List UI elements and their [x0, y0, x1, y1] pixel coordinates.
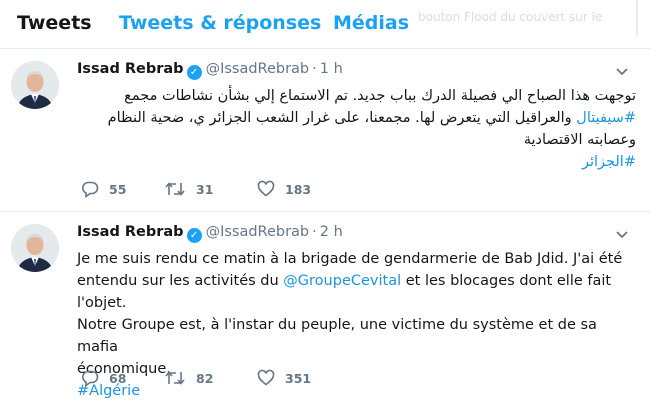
- tweet-text-line: #الجزائر: [80, 151, 636, 173]
- tab-tweets-replies[interactable]: Tweets & réponses: [119, 12, 321, 34]
- scroll-edge: [636, 0, 638, 36]
- author-handle[interactable]: @IssadRebrab: [206, 224, 310, 240]
- tweet[interactable]: Issad Rebrab ✓ @IssadRebrab · 2 h Je me suis…: [0, 212, 650, 402]
- reply-count: 68: [109, 370, 127, 386]
- retweet-count: 82: [196, 370, 214, 386]
- profile-tabs: Tweets Tweets & réponses Médias bouton F…: [0, 0, 650, 49]
- tweet-header: Issad Rebrab ✓ @IssadRebrab · 2 h: [77, 224, 343, 244]
- reply-button[interactable]: 55: [81, 180, 126, 198]
- tweet-text-line: وعصابته الاقتصادية: [523, 132, 636, 148]
- tweet-header: Issad Rebrab ✓ @IssadRebrab · 1 h: [77, 61, 343, 81]
- caret-down-icon[interactable]: [614, 63, 630, 79]
- tweet-text-line: #Algérie: [77, 380, 637, 402]
- tweet-text: Je me suis rendu ce matin à la brigade d…: [77, 248, 637, 402]
- author-name[interactable]: Issad Rebrab: [77, 224, 184, 240]
- verified-badge-icon: ✓: [186, 65, 202, 80]
- like-icon: [257, 369, 275, 386]
- avatar[interactable]: [11, 224, 59, 272]
- retweet-icon: [165, 371, 185, 385]
- reply-button[interactable]: 68: [81, 369, 126, 387]
- tweet-text-fragment: والعراقيل التي يتعرض لها. مجمعنا، على غر…: [107, 110, 577, 126]
- retweet-icon: [165, 182, 185, 196]
- faded-background-text: bouton Flood du couvert sur le: [418, 10, 603, 24]
- tab-media[interactable]: Médias: [333, 12, 409, 34]
- tweet-text-line: Notre Groupe est, à l'instar du peuple, …: [77, 317, 597, 355]
- retweet-button[interactable]: 82: [164, 369, 213, 387]
- like-icon: [257, 180, 275, 197]
- like-count: 351: [285, 370, 312, 386]
- timestamp[interactable]: 1 h: [320, 61, 343, 77]
- tweet-text-line: #سيفيتال والعراقيل التي يتعرض لها. مجمعن…: [80, 107, 636, 129]
- mention-link[interactable]: @GroupeCevital: [283, 273, 401, 289]
- reply-count: 55: [109, 181, 127, 197]
- tab-tweets[interactable]: Tweets: [17, 12, 92, 34]
- tweet-text: توجهت هذا الصباح الي فصيلة الدرك بباب جد…: [80, 85, 636, 173]
- like-count: 183: [285, 181, 312, 197]
- retweet-button[interactable]: 31: [164, 180, 213, 198]
- hashtag-link[interactable]: #سيفيتال: [576, 110, 636, 126]
- tweet-text-line: économique.: [77, 361, 171, 377]
- retweet-count: 31: [196, 181, 214, 197]
- tweet-text-line: entendu sur les activités du @GroupeCevi…: [77, 270, 637, 314]
- avatar[interactable]: [11, 61, 59, 109]
- reply-icon: [82, 370, 99, 387]
- author-handle[interactable]: @IssadRebrab: [206, 61, 310, 77]
- separator-dot: ·: [312, 61, 317, 77]
- tweet-text-line: توجهت هذا الصباح الي فصيلة الدرك بباب جد…: [124, 88, 636, 104]
- timestamp[interactable]: 2 h: [320, 224, 343, 240]
- verified-badge-icon: ✓: [186, 228, 202, 243]
- separator-dot: ·: [312, 224, 317, 240]
- tweet-text-fragment: entendu sur les activités du: [77, 273, 284, 289]
- like-button[interactable]: 183: [257, 180, 311, 198]
- tweet[interactable]: Issad Rebrab ✓ @IssadRebrab · 1 h توجهت هذا …: [0, 49, 650, 212]
- tweet-text-line: Je me suis rendu ce matin à la brigade d…: [77, 251, 623, 267]
- reply-icon: [82, 181, 99, 198]
- caret-down-icon[interactable]: [614, 226, 630, 242]
- hashtag-link[interactable]: #الجزائر: [582, 154, 636, 170]
- author-name[interactable]: Issad Rebrab: [77, 61, 184, 77]
- like-button[interactable]: 351: [257, 369, 311, 387]
